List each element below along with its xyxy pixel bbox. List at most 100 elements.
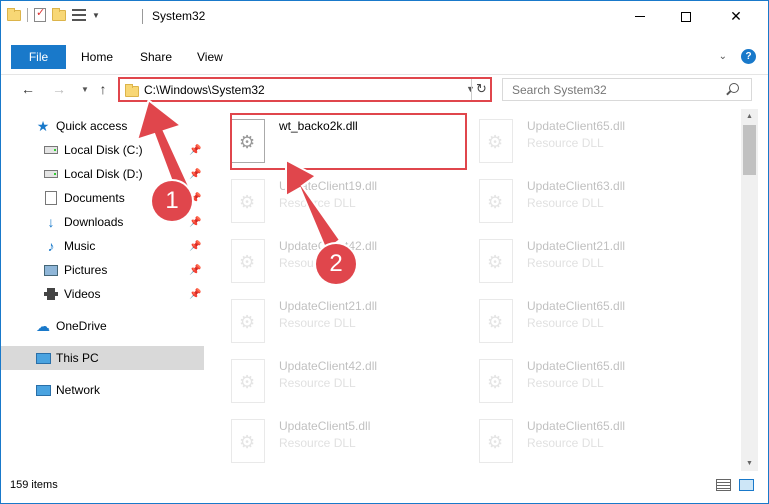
- sidebar-item-label: Quick access: [56, 119, 128, 133]
- up-button[interactable]: ↑: [93, 79, 113, 99]
- refresh-icon[interactable]: ↻: [476, 81, 487, 97]
- maximize-icon: [681, 11, 691, 22]
- expand-ribbon-chevron-icon[interactable]: ⌄: [719, 51, 727, 62]
- file-type: Resource DLL: [279, 316, 356, 330]
- ribbon-tabs: File Home Share View ⌄ ?: [1, 45, 768, 69]
- music-icon: ♪: [47, 238, 55, 254]
- dll-file-icon: [479, 299, 513, 343]
- forward-arrow-icon: →: [52, 81, 66, 97]
- pin-icon: 📌: [189, 240, 202, 252]
- file-type: Resource DLL: [527, 436, 604, 450]
- file-item[interactable]: UpdateClient42.dll Resource DLL: [207, 351, 447, 409]
- dll-file-icon: [479, 419, 513, 463]
- up-arrow-icon: ↑: [99, 81, 107, 97]
- dll-file-icon: [231, 419, 265, 463]
- file-item[interactable]: UpdateClient65.dll Resource DLL: [455, 111, 695, 169]
- file-list: wt_backo2k.dll UpdateClient19.dll Resour…: [207, 109, 741, 471]
- quick-access-toolbar: ▼: [7, 6, 100, 22]
- sidebar-item-pictures[interactable]: Pictures 📌: [1, 258, 204, 282]
- view-options-icon[interactable]: [72, 9, 86, 21]
- file-type: Resource DLL: [279, 436, 356, 450]
- details-view-icon[interactable]: [716, 479, 731, 491]
- sidebar-item-label: Downloads: [64, 215, 124, 229]
- sidebar-item-label: Pictures: [64, 263, 108, 277]
- sidebar-item-this-pc[interactable]: This PC: [1, 346, 204, 370]
- tab-view[interactable]: View: [197, 45, 223, 69]
- file-item[interactable]: UpdateClient21.dll Resource DLL: [207, 291, 447, 349]
- sidebar-item-label: This PC: [56, 351, 99, 365]
- customize-toolbar-chevron-icon[interactable]: ▼: [92, 11, 100, 20]
- tab-home[interactable]: Home: [81, 45, 113, 69]
- toolbar-divider: [27, 8, 28, 22]
- folder-icon: [125, 84, 139, 97]
- file-type: Resource DLL: [527, 196, 604, 210]
- sidebar-item-label: OneDrive: [56, 319, 107, 333]
- file-item[interactable]: UpdateClient63.dll Resource DLL: [455, 171, 695, 229]
- dll-file-icon: [231, 239, 265, 283]
- file-name: UpdateClient65.dll: [527, 419, 626, 433]
- scroll-up-icon[interactable]: ▲: [741, 109, 758, 124]
- address-divider: [471, 79, 472, 100]
- search-icon[interactable]: [729, 83, 739, 93]
- file-name: UpdateClient63.dll: [527, 179, 626, 193]
- address-bar[interactable]: C:\Windows\System32 ▼ ↻: [118, 77, 492, 102]
- network-icon: [35, 384, 51, 396]
- sidebar-item-label: Videos: [64, 287, 101, 301]
- sidebar-item-label: Network: [56, 383, 101, 397]
- recent-locations-button[interactable]: ▼: [75, 79, 95, 99]
- back-button[interactable]: ←: [18, 79, 38, 99]
- vertical-scrollbar[interactable]: ▲ ▼: [741, 109, 758, 471]
- callout-badge-2: 2: [316, 244, 356, 284]
- large-icons-view-icon[interactable]: [739, 479, 754, 491]
- new-folder-icon[interactable]: [52, 7, 66, 21]
- sidebar-item-network[interactable]: Network: [1, 378, 204, 402]
- file-type: Resource DLL: [527, 376, 604, 390]
- tab-share[interactable]: Share: [140, 45, 172, 69]
- maximize-button[interactable]: [663, 1, 709, 32]
- file-type: Resource DLL: [527, 316, 604, 330]
- minimize-button[interactable]: [617, 1, 663, 32]
- callout-badge-1: 1: [152, 181, 192, 221]
- sidebar-item-onedrive[interactable]: ☁ OneDrive: [1, 314, 204, 338]
- sidebar-item-local-disk-c[interactable]: Local Disk (C:) 📌: [1, 138, 204, 162]
- file-name: UpdateClient21.dll: [527, 239, 626, 253]
- forward-button[interactable]: →: [49, 79, 69, 99]
- file-name: UpdateClient21.dll: [279, 299, 378, 313]
- file-item[interactable]: UpdateClient5.dll Resource DLL: [207, 411, 447, 469]
- file-name: UpdateClient42.dll: [279, 359, 378, 373]
- file-name: UpdateClient65.dll: [527, 359, 626, 373]
- disk-icon: [44, 146, 58, 154]
- close-icon: ✕: [730, 8, 742, 24]
- dll-file-icon: [231, 359, 265, 403]
- pin-icon: 📌: [189, 288, 202, 300]
- file-name: UpdateClient65.dll: [527, 119, 626, 133]
- properties-icon[interactable]: [34, 6, 46, 22]
- sidebar-item-videos[interactable]: Videos 📌: [1, 282, 204, 306]
- dll-file-icon: [231, 299, 265, 343]
- status-bar: 159 items: [1, 475, 768, 497]
- close-button[interactable]: ✕: [713, 1, 759, 32]
- sidebar-item-label: Local Disk (C:): [64, 143, 143, 157]
- search-input[interactable]: Search System32: [502, 78, 752, 101]
- address-row: ← → ▼ ↑ C:\Windows\System32 ▼ ↻ Search S…: [1, 74, 768, 104]
- file-item[interactable]: UpdateClient65.dll Resource DLL: [455, 291, 695, 349]
- sidebar-item-quick-access[interactable]: ★ Quick access: [1, 114, 204, 138]
- file-item[interactable]: UpdateClient65.dll Resource DLL: [455, 411, 695, 469]
- ribbon-controls: ⌄ ?: [719, 49, 756, 64]
- onedrive-icon: ☁: [36, 317, 50, 334]
- scroll-thumb[interactable]: [743, 125, 756, 175]
- file-item[interactable]: UpdateClient19.dll Resource DLL: [207, 171, 447, 229]
- address-path[interactable]: C:\Windows\System32: [144, 83, 265, 97]
- pin-icon: 📌: [189, 264, 202, 276]
- dll-file-icon: [231, 179, 265, 223]
- file-item[interactable]: UpdateClient21.dll Resource DLL: [455, 231, 695, 289]
- file-type: Resource DLL: [279, 196, 356, 210]
- pictures-icon: [44, 264, 58, 276]
- scroll-down-icon[interactable]: ▼: [741, 456, 758, 471]
- file-item[interactable]: UpdateClient65.dll Resource DLL: [455, 351, 695, 409]
- help-icon[interactable]: ?: [741, 49, 756, 64]
- tab-file[interactable]: File: [11, 45, 66, 69]
- dll-file-icon: [479, 239, 513, 283]
- sidebar-item-music[interactable]: ♪ Music 📌: [1, 234, 204, 258]
- view-switcher: [716, 479, 754, 491]
